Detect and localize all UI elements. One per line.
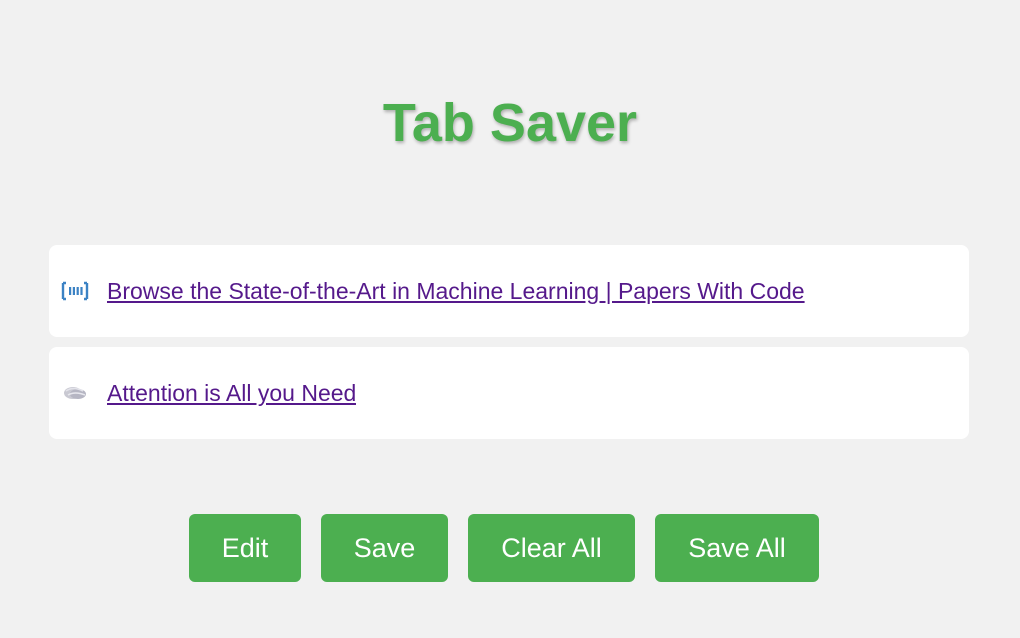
app-title: Tab Saver [382,93,638,153]
saved-tab-link[interactable]: Browse the State-of-the-Art in Machine L… [107,278,805,305]
saved-tab-item: Attention is All you Need [49,347,969,439]
clear-all-button[interactable]: Clear All [468,514,635,582]
papers-with-code-icon [61,279,89,303]
saved-tab-item: Browse the State-of-the-Art in Machine L… [49,245,969,337]
edit-button[interactable]: Edit [189,514,301,582]
semantic-scholar-icon [61,381,89,405]
save-button[interactable]: Save [321,514,448,582]
saved-tab-link[interactable]: Attention is All you Need [107,380,356,407]
save-all-button[interactable]: Save All [655,514,819,582]
saved-tabs-list: Browse the State-of-the-Art in Machine L… [49,245,969,449]
action-buttons: Edit Save Clear All Save All [0,514,1020,582]
